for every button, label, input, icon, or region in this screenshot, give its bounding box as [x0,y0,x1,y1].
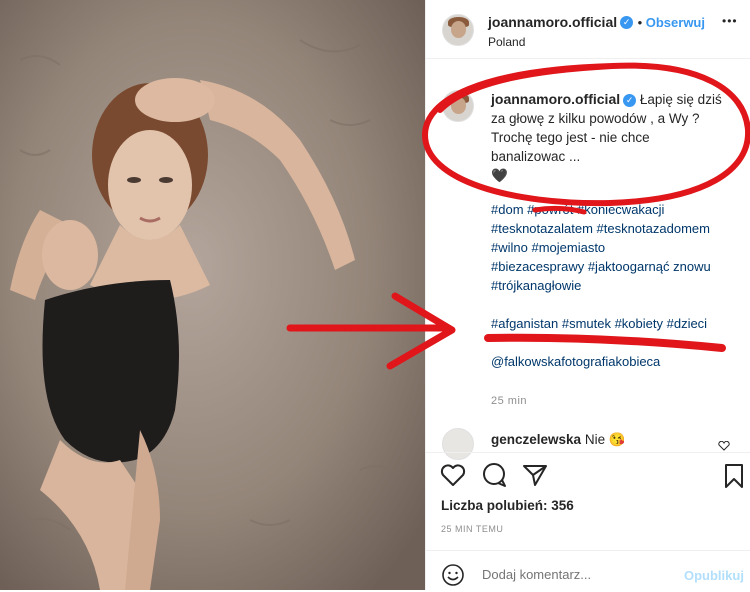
hashtag-line[interactable]: #dom #powrót #koniecwakacji [491,200,741,219]
heart-icon[interactable] [440,463,466,492]
hashtag-line[interactable]: #tesknotazalatem #tesknotazadomem [491,219,741,238]
hashtag-line[interactable]: #trójkanagłowie [491,276,741,295]
mention-link[interactable]: @falkowskafotografiakobieca [491,352,741,371]
post-location[interactable]: Poland [488,35,525,49]
post-photo[interactable] [0,0,425,590]
caption-avatar[interactable] [442,90,474,122]
hashtag-line-2[interactable]: #afganistan #smutek #kobiety #dzieci [491,314,741,333]
hashtag-line[interactable]: #biezacesprawy #jaktoogarnąć znowu [491,257,741,276]
post-timestamp[interactable]: 25 MIN TEMU [441,524,503,534]
comment-like-icon[interactable] [718,438,730,451]
photo-illustration [0,0,425,590]
likes-count[interactable]: Liczba polubień: 356 [441,498,574,513]
comment-text: Nie 😘 [584,432,626,447]
caption-text-line1: Łapię się dziś [639,92,722,107]
hashtag-line[interactable]: #wilno #mojemiasto [491,238,741,257]
emoji-icon[interactable] [441,563,465,592]
bookmark-icon[interactable] [724,463,744,494]
caption-username[interactable]: joannamoro.official [491,91,620,107]
follow-button[interactable]: Obserwuj [646,15,705,30]
comment-icon[interactable] [481,462,507,493]
post-panel: joannamoro.official ✓ • Obserwuj Poland •… [425,0,750,590]
caption-time[interactable]: 25 min [491,395,527,407]
share-icon[interactable] [522,463,548,492]
post-caption: joannamoro.official ✓ Łapię się dziś za g… [491,90,736,185]
avatar[interactable] [442,14,474,46]
hashtag-block: #dom #powrót #koniecwakacji #tesknotazal… [491,200,741,371]
comment: genczelewska Nie 😘 [491,432,626,448]
verified-icon: ✓ [620,16,634,30]
caption-text-line2: za głowę z kilku powodów , a Wy ? [491,111,700,126]
caption-text-line3: Trochę tego jest - nie chce [491,130,650,145]
caption-text-line4: banalizowac ... [491,149,581,164]
caption-emoji: 🖤 [491,168,508,183]
more-options-icon[interactable]: ••• [722,14,738,28]
post-username[interactable]: joannamoro.official [488,14,617,30]
comment-username[interactable]: genczelewska [491,432,581,447]
comment-input[interactable] [480,562,674,586]
publish-button[interactable]: Opublikuj [684,568,744,583]
verified-icon: ✓ [623,93,637,107]
comment-bar: Opublikuj [426,550,750,591]
post-header: joannamoro.official ✓ • Obserwuj Poland •… [426,0,750,59]
